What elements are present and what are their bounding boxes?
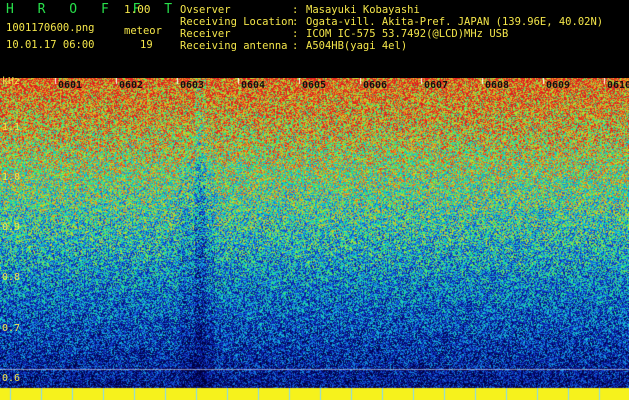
- info-sep: :: [292, 16, 299, 28]
- detector-count: 19: [140, 39, 153, 51]
- x-tick-label: 0608: [485, 80, 510, 91]
- x-tick-label: 0604: [241, 80, 266, 91]
- y-tick-label: 0.7: [2, 323, 21, 334]
- info-label-receiver: Receiver: [180, 28, 231, 40]
- info-label-location: Receiving Location: [180, 16, 294, 28]
- x-tick-label: 0606: [363, 80, 388, 91]
- info-value-antenna: A504HB(yagi 4el): [306, 40, 408, 52]
- info-label-observer: Ovserver: [180, 4, 231, 16]
- spectrogram-panel: kHz 1.1 1.0 0.9 0.8 0.7 0.6 0601 0602 0603 0604 0…: [0, 76, 629, 400]
- x-tick-label: 0601: [58, 80, 83, 91]
- detector-label: meteor: [124, 25, 162, 37]
- header-panel: H R O F F T 1.00 1001170600.png 10.01.17…: [0, 0, 629, 78]
- app-logo: H R O F F T: [6, 2, 181, 17]
- y-tick-label: 1.0: [2, 172, 21, 183]
- info-value-location: Ogata-vill. Akita-Pref. JAPAN (139.96E, …: [306, 16, 604, 28]
- spectrogram-canvas: [0, 78, 629, 400]
- y-tick-label: 1.1: [2, 122, 21, 133]
- info-label-antenna: Receiving antenna: [180, 40, 288, 52]
- info-sep: :: [292, 4, 299, 16]
- file-datetime: 10.01.17 06:00: [6, 39, 95, 51]
- info-sep: :: [292, 40, 299, 52]
- y-tick-label: 0.8: [2, 272, 21, 283]
- x-tick-label: 0609: [546, 80, 571, 91]
- x-tick-label: 0602: [119, 80, 144, 91]
- y-tick-label: 0.6: [2, 373, 21, 384]
- x-tick-label: 0607: [424, 80, 449, 91]
- y-axis-unit: kHz: [2, 76, 21, 87]
- x-tick-label: 0603: [180, 80, 205, 91]
- y-tick-label: 0.9: [2, 222, 21, 233]
- app-version: 1.00: [124, 3, 151, 16]
- info-value-receiver: ICOM IC-575 53.7492(@LCD)MHz USB: [306, 28, 509, 40]
- x-tick-label: 0610: [607, 80, 629, 91]
- file-name: 1001170600.png: [6, 22, 95, 34]
- info-sep: :: [292, 28, 299, 40]
- info-value-observer: Masayuki Kobayashi: [306, 4, 420, 16]
- x-tick-label: 0605: [302, 80, 327, 91]
